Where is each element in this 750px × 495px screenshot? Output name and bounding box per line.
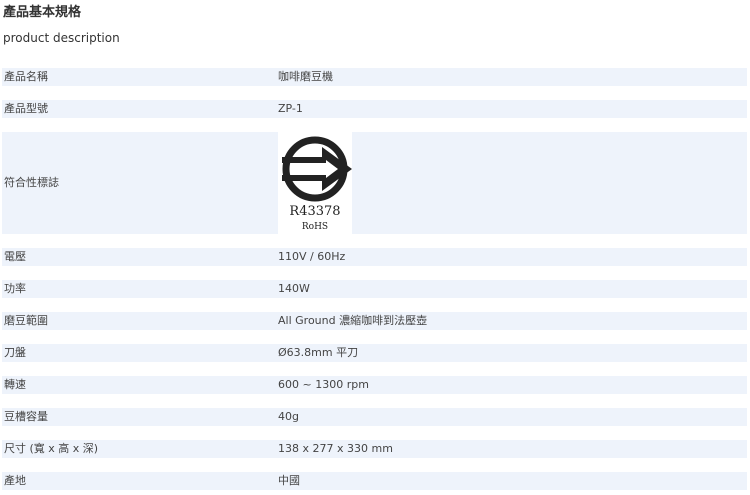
- page-title: 產品基本規格: [3, 5, 82, 20]
- mark-code: R43378: [289, 204, 340, 219]
- spec-label: 產品名稱: [4, 70, 48, 83]
- bsmi-inspection-mark-icon: R43378 RoHS: [282, 136, 352, 232]
- page-subtitle: product description: [3, 31, 120, 45]
- spec-label: 轉速: [4, 378, 26, 391]
- spec-row-compliance-mark: 符合性標誌 R43378 RoHS: [2, 132, 747, 234]
- spec-row-origin: 產地 中國: [2, 472, 747, 490]
- spec-row-power: 功率 140W: [2, 280, 747, 298]
- spec-row-speed: 轉速 600 ~ 1300 rpm: [2, 376, 747, 394]
- spec-value: R43378 RoHS: [278, 132, 747, 234]
- product-spec-page: 產品基本規格 product description 產品名稱 咖啡磨豆機 產品…: [0, 0, 750, 495]
- spec-value: All Ground 濃縮咖啡到法壓壺: [278, 314, 428, 327]
- spec-row-voltage: 電壓 110V / 60Hz: [2, 248, 747, 266]
- spec-value: 中國: [278, 474, 300, 487]
- spec-value: 咖啡磨豆機: [278, 70, 333, 83]
- spec-value: 138 x 277 x 330 mm: [278, 442, 393, 455]
- spec-row-burr: 刀盤 Ø63.8mm 平刀: [2, 344, 747, 362]
- spec-label: 尺寸 (寬 x 高 x 深): [4, 442, 99, 455]
- spec-row-dimensions: 尺寸 (寬 x 高 x 深) 138 x 277 x 330 mm: [2, 440, 747, 458]
- spec-value: 110V / 60Hz: [278, 250, 346, 263]
- spec-value: 600 ~ 1300 rpm: [278, 378, 369, 391]
- spec-label: 產地: [4, 474, 26, 487]
- spec-label: 豆槽容量: [4, 410, 48, 423]
- spec-label: 符合性標誌: [4, 176, 59, 189]
- spec-label: 產品型號: [4, 102, 48, 115]
- spec-value: Ø63.8mm 平刀: [278, 346, 359, 359]
- spec-label: 電壓: [4, 250, 26, 263]
- spec-label: 刀盤: [4, 346, 26, 359]
- spec-row-model: 產品型號 ZP-1: [2, 100, 747, 118]
- spec-row-hopper-capacity: 豆槽容量 40g: [2, 408, 747, 426]
- spec-value: 40g: [278, 410, 299, 423]
- spec-row-product-name: 產品名稱 咖啡磨豆機: [2, 68, 747, 86]
- spec-label: 功率: [4, 282, 26, 295]
- spec-value: 140W: [278, 282, 310, 295]
- spec-table: 產品名稱 咖啡磨豆機 產品型號 ZP-1 符合性標誌 R43378 RoHS 電…: [2, 68, 747, 495]
- spec-value: ZP-1: [278, 102, 303, 115]
- spec-row-grind-range: 磨豆範圍 All Ground 濃縮咖啡到法壓壺: [2, 312, 747, 330]
- mark-rohs: RoHS: [302, 222, 328, 232]
- spec-label: 磨豆範圍: [4, 314, 48, 327]
- bsmi-mark: R43378 RoHS: [278, 132, 352, 234]
